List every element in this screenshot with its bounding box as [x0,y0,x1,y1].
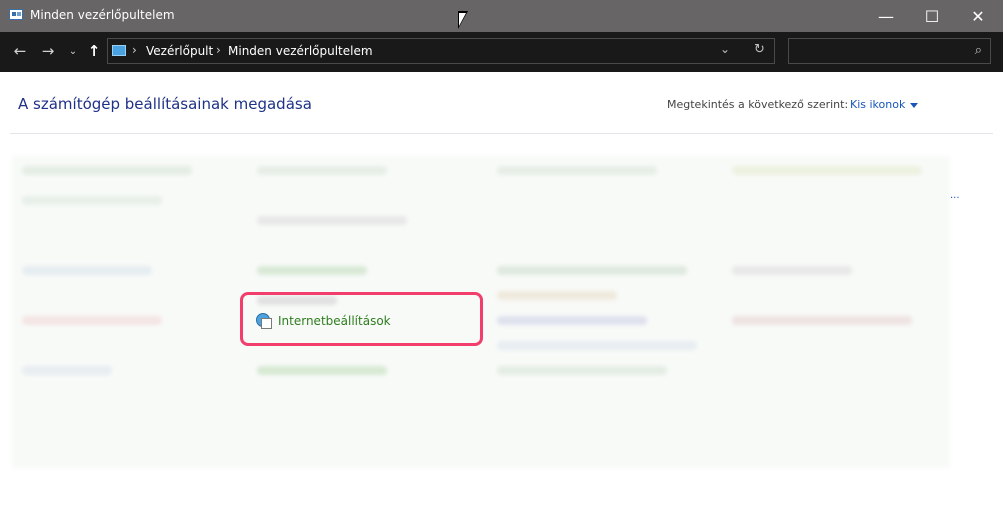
forward-button[interactable]: → [38,40,58,62]
forward-arrow-icon: → [41,42,55,60]
chevron-down-icon: ⌄ [68,45,78,57]
title-bar: Minden vezérlőpultelem — ☐ ✕ [0,0,1003,32]
caret-down-icon [910,102,919,108]
maximize-icon: ☐ [924,6,940,26]
control-panel-icon [9,9,23,20]
up-arrow-icon: ↑ [87,42,101,60]
breadcrumb-separator-icon: › [216,43,221,57]
control-panel-icon [112,45,126,56]
address-bar[interactable]: › Vezérlőpult › Minden vezérlőpultelem ›… [107,38,775,64]
breadcrumb-separator-icon[interactable]: › [364,43,369,57]
breadcrumb-control-panel[interactable]: Vezérlőpult [146,44,213,58]
breadcrumb-all-items[interactable]: Minden vezérlőpultelem [228,44,373,58]
back-button[interactable]: ← [10,40,30,62]
view-by-dropdown[interactable]: Kis ikonok [850,98,919,111]
up-button[interactable]: ↑ [84,40,104,62]
close-icon: ✕ [971,6,985,26]
search-box[interactable]: ⌕ [788,38,991,64]
highlight-box [240,292,483,346]
header-divider [10,133,993,134]
search-icon[interactable]: ⌕ [975,43,982,58]
more-indicator: ... [950,190,960,201]
back-arrow-icon: ← [13,42,27,60]
refresh-icon[interactable]: ↻ [754,42,765,57]
page-title: A számítógép beállításainak megadása [18,95,312,113]
breadcrumb-separator-icon: › [132,43,137,57]
view-by-label: Megtekintés a következő szerint: [667,98,849,111]
mouse-cursor-icon [458,11,468,29]
view-by-value: Kis ikonok [850,98,906,111]
recent-locations-button[interactable]: ⌄ [66,40,80,62]
address-dropdown-icon[interactable]: ⌄ [720,42,730,56]
maximize-button[interactable]: ☐ [909,0,955,32]
minimize-icon: — [878,6,894,26]
minimize-button[interactable]: — [863,0,909,32]
close-button[interactable]: ✕ [955,0,1001,32]
window-title: Minden vezérlőpultelem [30,8,175,22]
